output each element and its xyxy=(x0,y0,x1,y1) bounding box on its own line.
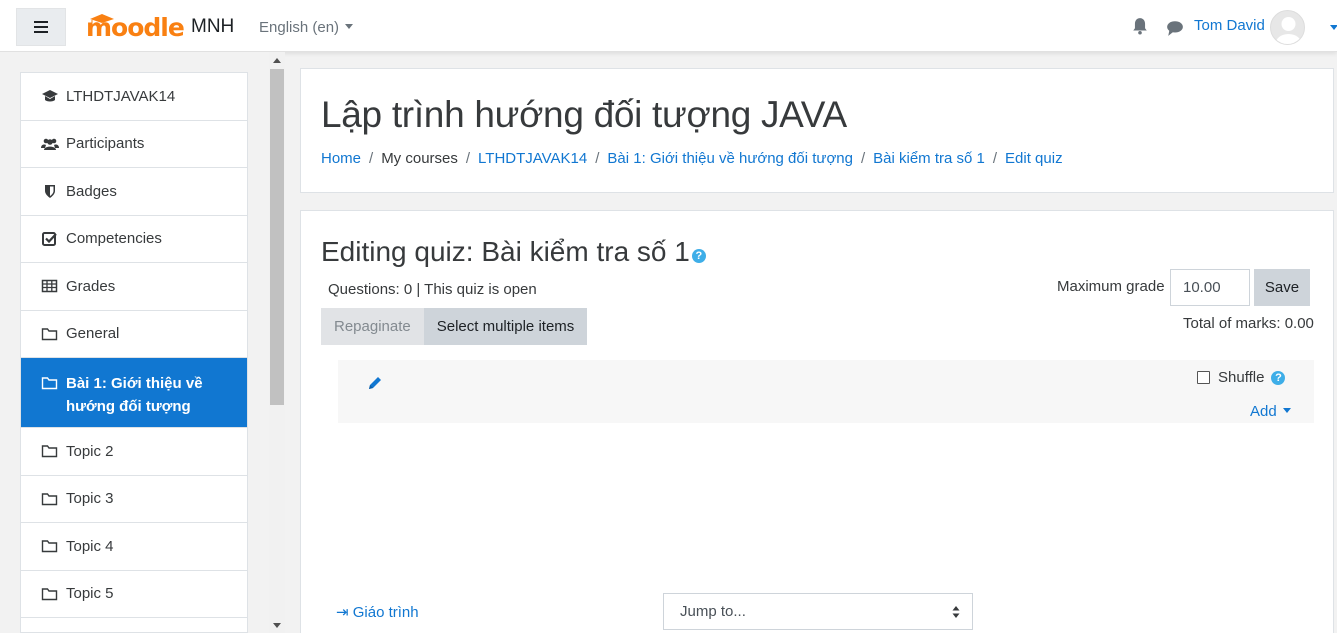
table-icon xyxy=(41,280,58,293)
quiz-actions: Repaginate Select multiple items xyxy=(321,308,588,345)
add-label: Add xyxy=(1250,403,1277,420)
breadcrumb-separator: / xyxy=(860,150,866,167)
breadcrumb-separator: / xyxy=(992,150,998,167)
breadcrumb-home[interactable]: Home xyxy=(321,150,361,167)
graduation-cap-icon xyxy=(42,90,58,102)
nav-drawer: LTHDTJAVAK14 Participants Badges Compete… xyxy=(0,52,285,633)
jump-to-label: Jump to... xyxy=(680,603,746,620)
drawer-item-topic-5[interactable]: Topic 5 xyxy=(21,570,247,618)
breadcrumb-course[interactable]: LTHDTJAVAK14 xyxy=(478,150,587,167)
quiz-heading-text: Editing quiz: Bài kiểm tra số 1 xyxy=(321,236,690,267)
folder-icon xyxy=(41,588,58,600)
graduation-cap-logo-icon xyxy=(90,14,114,24)
quiz-heading: Editing quiz: Bài kiểm tra số 1? xyxy=(321,236,706,268)
language-menu[interactable]: English (en) xyxy=(259,19,354,36)
users-icon xyxy=(41,138,59,150)
breadcrumb-separator: / xyxy=(465,150,471,167)
main-content: Editing quiz: Bài kiểm tra số 1? Questio… xyxy=(300,210,1334,633)
add-menu[interactable]: Add xyxy=(1250,403,1291,420)
previous-activity-label: Giáo trình xyxy=(352,604,419,621)
max-grade-label: Maximum grade xyxy=(1057,278,1165,295)
drawer-item-competencies[interactable]: Competencies xyxy=(21,215,247,263)
quiz-status: Questions: 0 | This quiz is open xyxy=(328,281,537,298)
breadcrumb-my-courses: My courses xyxy=(381,150,458,167)
drawer-list: LTHDTJAVAK14 Participants Badges Compete… xyxy=(20,72,248,633)
save-button[interactable]: Save xyxy=(1254,269,1310,306)
max-grade-input[interactable] xyxy=(1170,269,1250,306)
user-silhouette-icon xyxy=(1275,17,1302,44)
drawer-item-topic-3[interactable]: Topic 3 xyxy=(21,475,247,523)
drawer-item-label: Topic 3 xyxy=(66,490,114,508)
breadcrumb-section[interactable]: Bài 1: Giới thiệu về hướng đối tượng xyxy=(607,150,853,167)
drawer-item-label: Topic 4 xyxy=(66,537,114,555)
drawer-item-label: Bài 1: Giới thiệu về hướng đối tượng xyxy=(66,375,203,415)
chevron-down-icon xyxy=(345,24,354,29)
language-label: English (en) xyxy=(259,19,340,36)
hamburger-icon xyxy=(34,21,48,33)
breadcrumb-separator: / xyxy=(369,150,374,167)
check-square-icon xyxy=(42,231,57,246)
shuffle-checkbox[interactable] xyxy=(1197,371,1210,384)
drawer-item-badges[interactable]: Badges xyxy=(21,168,247,216)
page-title: Lập trình hướng đối tượng JAVA xyxy=(321,94,847,135)
bell-icon[interactable] xyxy=(1131,17,1149,35)
total-marks: Total of marks: 0.00 xyxy=(1183,315,1314,332)
scroll-up-icon[interactable] xyxy=(273,58,281,63)
drawer-item-topic-4[interactable]: Topic 4 xyxy=(21,523,247,571)
drawer-item-label: Topic 2 xyxy=(66,442,114,460)
select-arrows-icon xyxy=(952,606,960,618)
drawer-item-label: LTHDTJAVAK14 xyxy=(66,87,176,105)
drawer-item-next[interactable] xyxy=(21,618,247,632)
jump-to-select[interactable]: Jump to... xyxy=(663,593,973,630)
folder-icon xyxy=(41,377,58,390)
shuffle-control: Shuffle ? xyxy=(1197,369,1286,386)
previous-activity-link[interactable]: ⇥ Giáo trình xyxy=(336,603,419,621)
breadcrumb-quiz[interactable]: Bài kiểm tra số 1 xyxy=(873,150,985,167)
scroll-down-icon[interactable] xyxy=(273,623,281,628)
select-multiple-button[interactable]: Select multiple items xyxy=(423,308,588,345)
drawer-item-label: Grades xyxy=(66,277,116,295)
breadcrumb-separator: / xyxy=(595,150,600,167)
shield-icon xyxy=(45,185,55,199)
chevron-down-icon xyxy=(1282,408,1291,413)
user-menu-chevron-icon[interactable] xyxy=(1330,25,1337,30)
drawer-item-participants[interactable]: Participants xyxy=(21,120,247,168)
arrow-left-icon: ⇥ xyxy=(336,604,353,621)
avatar[interactable] xyxy=(1270,10,1305,45)
top-navbar: moodle MNH English (en) Tom David xyxy=(0,0,1337,52)
moodle-logo[interactable]: moodle xyxy=(86,12,185,42)
drawer-item-section-1[interactable]: Bài 1: Giới thiệu về hướng đối tượng xyxy=(21,358,247,428)
folder-icon xyxy=(41,328,58,340)
drawer-item-label: Participants xyxy=(66,135,145,153)
quiz-section: Shuffle ? Add xyxy=(338,360,1314,423)
shuffle-label: Shuffle xyxy=(1218,369,1265,386)
folder-icon xyxy=(41,540,58,553)
drawer-item-course[interactable]: LTHDTJAVAK14 xyxy=(21,73,247,121)
help-icon[interactable]: ? xyxy=(691,249,706,263)
chat-bubble-icon[interactable] xyxy=(1166,19,1184,37)
breadcrumb: Home / My courses / LTHDTJAVAK14 / Bài 1: Giới… xyxy=(321,150,1063,167)
pencil-icon[interactable] xyxy=(367,375,383,391)
site-name[interactable]: MNH xyxy=(191,16,234,38)
repaginate-button[interactable]: Repaginate xyxy=(321,308,424,345)
drawer-item-label: Topic 5 xyxy=(66,585,114,603)
drawer-item-grades[interactable]: Grades xyxy=(21,263,247,311)
drawer-item-label: General xyxy=(66,325,120,343)
drawer-item-general[interactable]: General xyxy=(21,310,247,358)
scroll-thumb[interactable] xyxy=(270,69,284,405)
drawer-item-topic-2[interactable]: Topic 2 xyxy=(21,428,247,476)
user-name[interactable]: Tom David xyxy=(1194,17,1265,34)
breadcrumb-edit-quiz[interactable]: Edit quiz xyxy=(1005,150,1063,167)
folder-icon xyxy=(41,493,58,505)
drawer-item-label: Badges xyxy=(66,182,117,200)
page-header: Lập trình hướng đối tượng JAVA Home / My c… xyxy=(300,68,1334,193)
drawer-scrollbar[interactable] xyxy=(269,52,285,633)
help-icon[interactable]: ? xyxy=(1271,370,1286,385)
drawer-item-label: Competencies xyxy=(66,230,162,248)
folder-icon xyxy=(41,445,58,458)
drawer-toggle-button[interactable] xyxy=(16,8,66,46)
